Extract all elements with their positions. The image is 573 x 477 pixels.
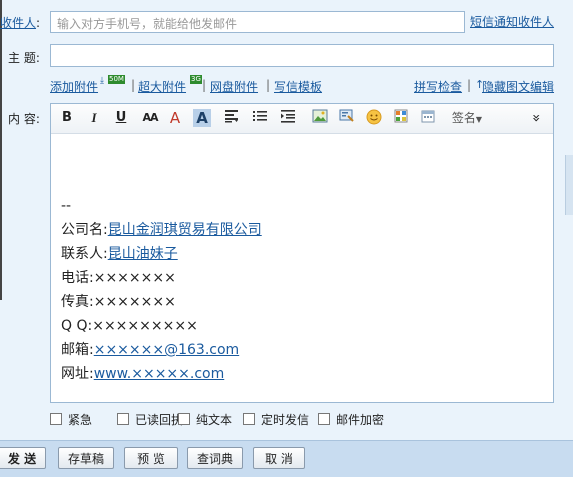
- underline-button[interactable]: U: [113, 109, 129, 127]
- align-icon[interactable]: [223, 109, 241, 127]
- content-label: 内 容:: [8, 112, 40, 126]
- phone-label: 电话:: [61, 270, 94, 286]
- sms-notify-link[interactable]: 短信通知收件人: [470, 13, 554, 30]
- signature-dropdown[interactable]: 签名▼: [447, 109, 487, 127]
- phone-value: ×××××××: [93, 270, 176, 286]
- checkbox[interactable]: [178, 413, 190, 425]
- option-read-receipt[interactable]: 已读回执: [117, 411, 183, 428]
- add-attachment-link[interactable]: 添加附件: [50, 78, 98, 95]
- contact-value[interactable]: 昆山油妹子: [108, 246, 178, 262]
- rich-text-editor[interactable]: B I U AA A A 签名▼ » -- 公司名:昆山金润琪贸易有限公司 联系…: [50, 103, 554, 403]
- option-label: 紧急: [68, 413, 93, 427]
- signature-divider: --: [61, 198, 72, 214]
- recipient-input[interactable]: 输入对方手机号，就能给他发邮件: [50, 11, 465, 33]
- big-attachment-link[interactable]: 超大附件: [138, 78, 186, 95]
- cancel-button[interactable]: 取 消: [253, 447, 305, 469]
- email-value[interactable]: ××××××@163.com: [94, 342, 239, 358]
- qq-label: Q Q:: [61, 318, 93, 334]
- option-scheduled[interactable]: 定时发信: [243, 411, 309, 428]
- attach-size-badge: 50M: [108, 75, 125, 84]
- bg-color-button[interactable]: A: [193, 109, 211, 127]
- option-encrypt[interactable]: 邮件加密: [318, 411, 384, 428]
- download-arrow-icon: ⤓: [100, 76, 104, 86]
- website-value[interactable]: www.×××××.com: [94, 366, 225, 382]
- compose-page: 收件人: 输入对方手机号，就能给他发邮件 短信通知收件人 主 题: 添加附件 ⤓…: [0, 0, 573, 477]
- email-label: 邮箱:: [61, 342, 94, 358]
- checkbox[interactable]: [50, 413, 62, 425]
- italic-button[interactable]: I: [86, 109, 102, 127]
- bold-button[interactable]: B: [59, 109, 75, 127]
- save-draft-button[interactable]: 存草稿: [58, 447, 114, 469]
- left-edge-bar: [0, 0, 2, 300]
- preview-button[interactable]: 预 览: [124, 447, 178, 469]
- checkbox[interactable]: [318, 413, 330, 425]
- to-label-link[interactable]: 收件人: [0, 16, 36, 30]
- font-color-button[interactable]: A: [167, 109, 183, 127]
- more-options-icon[interactable]: »: [527, 110, 545, 126]
- emoji-icon[interactable]: [365, 109, 383, 127]
- action-bar: 发 送 存草稿 预 览 查词典 取 消: [0, 440, 573, 477]
- big-attach-badge: 3G: [190, 75, 202, 84]
- signature-label: 签名: [451, 111, 476, 125]
- fax-label: 传真:: [61, 294, 94, 310]
- separator: |: [266, 78, 271, 92]
- fax-row: 传真:×××××××: [61, 290, 262, 314]
- template-link[interactable]: 写信模板: [274, 78, 322, 95]
- editor-toolbar: B I U AA A A 签名▼ »: [51, 104, 553, 134]
- subject-input[interactable]: [50, 44, 554, 67]
- to-label-wrap: 收件人:: [0, 14, 40, 31]
- editor-body[interactable]: -- 公司名:昆山金润琪贸易有限公司 联系人:昆山油妹子 电话:××××××× …: [61, 194, 262, 386]
- qq-value: ×××××××××: [92, 318, 198, 334]
- fax-value: ×××××××: [93, 294, 176, 310]
- option-label: 已读回执: [135, 413, 184, 427]
- qq-row: Q Q:×××××××××: [61, 314, 262, 338]
- table-icon[interactable]: [392, 109, 410, 127]
- option-plain-text[interactable]: 纯文本: [178, 411, 232, 428]
- contact-label: 联系人:: [61, 246, 108, 262]
- option-urgent[interactable]: 紧急: [50, 411, 92, 428]
- font-size-button[interactable]: AA: [139, 109, 161, 127]
- company-row: 公司名:昆山金润琪贸易有限公司: [61, 218, 262, 242]
- email-row: 邮箱:××××××@163.com: [61, 338, 262, 362]
- indent-icon[interactable]: [279, 109, 297, 127]
- checkbox[interactable]: [117, 413, 129, 425]
- separator: |: [202, 78, 207, 92]
- insert-picture-icon[interactable]: [338, 109, 356, 127]
- caret-down-icon: ▼: [475, 115, 483, 124]
- side-collapse-handle[interactable]: [565, 155, 573, 215]
- dictionary-button[interactable]: 查词典: [187, 447, 243, 469]
- website-row: 网址:www.×××××.com: [61, 362, 262, 386]
- list-icon[interactable]: [251, 109, 269, 127]
- spellcheck-link[interactable]: 拼写检查: [414, 78, 462, 95]
- website-label: 网址:: [61, 366, 94, 382]
- option-label: 邮件加密: [336, 413, 385, 427]
- hide-richtext-link[interactable]: 隐藏图文编辑: [482, 78, 554, 95]
- separator: |: [131, 78, 136, 92]
- subject-label: 主 题:: [8, 51, 40, 65]
- calendar-icon[interactable]: [419, 109, 437, 127]
- option-label: 纯文本: [196, 413, 233, 427]
- to-colon: :: [36, 16, 41, 30]
- disk-attachment-link[interactable]: 网盘附件: [210, 78, 258, 95]
- option-label: 定时发信: [261, 413, 310, 427]
- phone-row: 电话:×××××××: [61, 266, 262, 290]
- recipient-placeholder: 输入对方手机号，就能给他发邮件: [57, 17, 238, 31]
- attachment-toolbar: 添加附件 ⤓ 50M | 超大附件 3G | 网盘附件 | 写信模板 拼写检查 …: [50, 75, 555, 95]
- checkbox[interactable]: [243, 413, 255, 425]
- separator: |: [467, 78, 472, 92]
- company-value[interactable]: 昆山金润琪贸易有限公司: [108, 222, 262, 238]
- company-label: 公司名:: [61, 222, 108, 238]
- contact-row: 联系人:昆山油妹子: [61, 242, 262, 266]
- send-button[interactable]: 发 送: [0, 447, 46, 469]
- image-icon[interactable]: [311, 109, 329, 127]
